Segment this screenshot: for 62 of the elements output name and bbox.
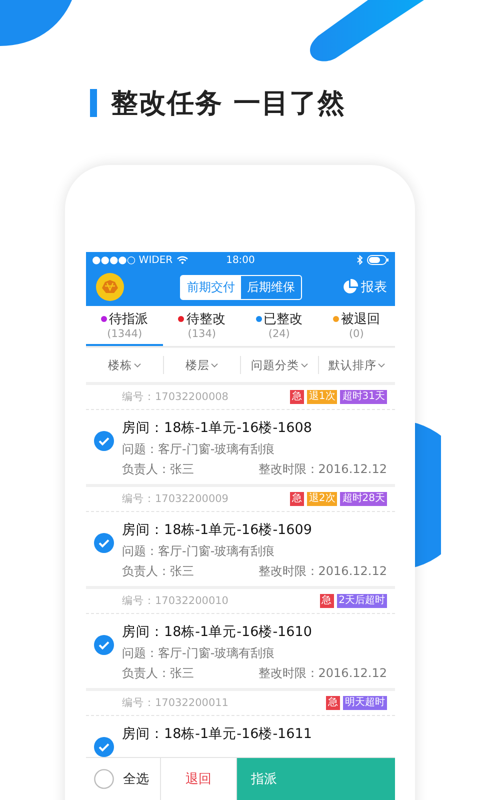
tab-label: 被退回: [340, 311, 380, 328]
task-number: 编号：17032200011: [122, 696, 230, 710]
carrier-text: ●●●●○ WIDER: [92, 254, 173, 266]
status-tag: 急: [320, 594, 334, 608]
bluetooth-icon: [356, 255, 363, 265]
owner-text: 负责人：张三: [122, 665, 194, 682]
task-number: 编号：17032200010: [122, 594, 230, 608]
status-tag: 2天后超时: [336, 594, 387, 608]
room-text: 房间：18栋-1单元-16楼-1609: [122, 521, 313, 540]
filter-dropdown[interactable]: 默认排序: [318, 356, 395, 374]
emblem-icon: [96, 273, 124, 301]
task-number: 编号：17032200009: [122, 492, 230, 506]
chevron-down-icon: [211, 362, 218, 368]
status-tag: 超时31天: [340, 390, 387, 404]
problem-text: 问题：客厅-门窗-玻璃有刮痕: [122, 543, 276, 560]
chevron-down-icon: [378, 362, 386, 368]
select-all-label: 全选: [123, 771, 149, 788]
status-tag: 急: [326, 696, 340, 710]
problem-text: 问题：客厅-门窗-玻璃有刮痕: [122, 441, 276, 458]
headline: 整改任务 一目了然: [111, 87, 346, 121]
status-tag: 退1次: [306, 390, 338, 404]
deadline-text: 整改时限：2016.12.12: [258, 461, 387, 478]
owner-text: 负责人：张三: [122, 461, 194, 478]
segment-tab[interactable]: 前期交付: [181, 276, 241, 298]
filter-dropdown[interactable]: 问题分类: [241, 356, 318, 374]
status-tag: 退2次: [306, 492, 338, 506]
accent-bar: [90, 89, 97, 117]
tab-label: 待指派: [109, 311, 148, 328]
battery-icon: [366, 255, 389, 265]
tab-label: 已整改: [264, 311, 303, 328]
wifi-icon: [176, 256, 188, 264]
filter-dropdown[interactable]: 楼层: [164, 356, 241, 374]
room-text: 房间：18栋-1单元-16楼-1611: [122, 725, 313, 744]
status-tag: 超时28天: [340, 492, 387, 506]
room-text: 房间：18栋-1单元-16楼-1608: [122, 419, 313, 438]
tab-count: (0): [348, 328, 364, 340]
owner-text: 负责人：张三: [122, 563, 194, 580]
checkbox-checked-icon[interactable]: [94, 533, 114, 553]
deadline-text: 整改时限：2016.12.12: [258, 563, 387, 580]
tab-count: (24): [268, 328, 290, 340]
task-number: 编号：17032200008: [122, 390, 230, 404]
tab-count: (134): [188, 328, 216, 340]
corner-decoration: [0, 0, 72, 46]
status-tag: 急: [290, 492, 304, 506]
filter-dropdown[interactable]: 楼栋: [86, 356, 164, 374]
pie-chart-icon: [342, 279, 358, 295]
segment-tab[interactable]: 后期维保: [241, 276, 301, 298]
checkbox-checked-icon[interactable]: [94, 635, 114, 655]
status-tag: 明天超时: [343, 696, 387, 710]
report-button[interactable]: 报表: [342, 278, 387, 296]
chevron-down-icon: [134, 362, 141, 368]
clock-text: 18:00: [226, 254, 255, 266]
status-tag: 急: [290, 390, 304, 404]
room-text: 房间：18栋-1单元-16楼-1610: [122, 623, 313, 642]
chevron-down-icon: [300, 362, 308, 368]
tab-count: (1344): [107, 328, 142, 340]
checkbox-checked-icon[interactable]: [94, 431, 114, 451]
problem-text: 问题：客厅-门窗-玻璃有刮痕: [122, 645, 276, 662]
checkbox-icon[interactable]: [94, 769, 114, 789]
tab-label: 待整改: [186, 311, 226, 328]
deadline-text: 整改时限：2016.12.12: [258, 665, 387, 682]
checkbox-checked-icon[interactable]: [94, 737, 114, 757]
